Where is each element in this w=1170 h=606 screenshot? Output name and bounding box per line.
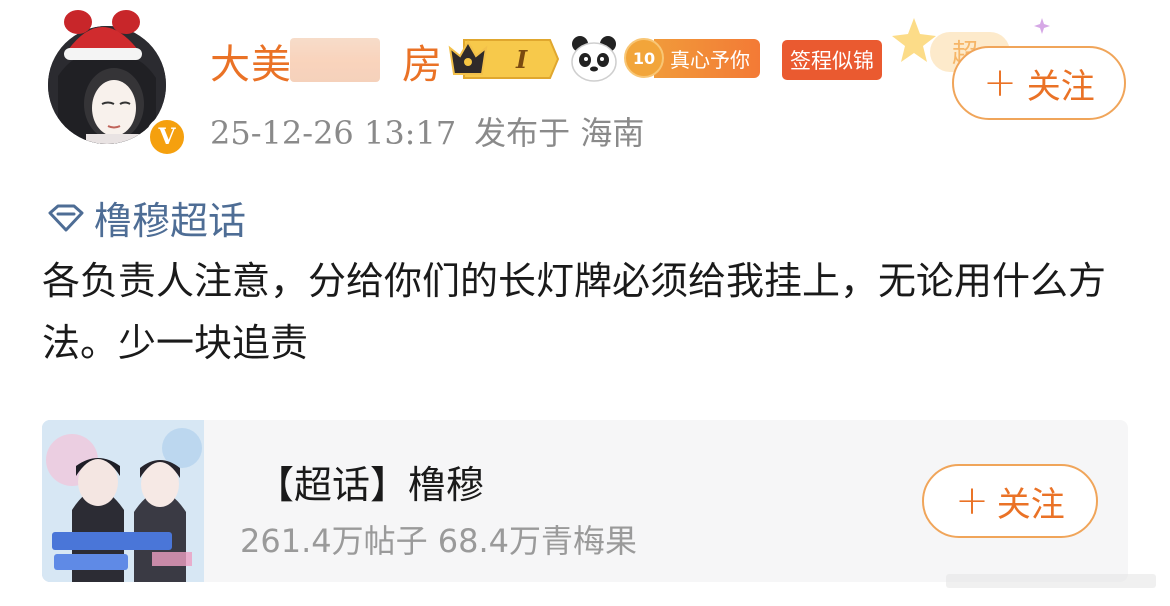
- fan-level-number: 10: [624, 38, 664, 78]
- card-follow-button[interactable]: + 关注: [922, 464, 1098, 538]
- crown-level: I: [515, 45, 528, 74]
- post-meta: 25-12-26 13:17 发布于 海南: [210, 108, 644, 154]
- plus-icon: +: [983, 60, 1017, 106]
- card-stats: 261.4万帖子 68.4万青梅果: [240, 522, 638, 560]
- post-text: 各负责人注意，分给你们的长灯牌必须给我挂上，无论用什么方法。少一块追责: [42, 259, 1107, 365]
- card-follow-label: 关注: [996, 484, 1065, 525]
- redacted-name-mask: [290, 38, 380, 82]
- post-location: 发布于 海南: [474, 114, 645, 152]
- follow-button[interactable]: + 关注: [952, 46, 1126, 120]
- diamond-icon: [48, 204, 84, 231]
- topic-label: 橹穆超话: [94, 199, 247, 243]
- santa-hat-icon: [64, 10, 142, 60]
- post-time: 25-12-26 13:17: [210, 114, 457, 152]
- topic-cover-image: [42, 420, 204, 582]
- watermark-mark: [946, 574, 1156, 588]
- verified-v-icon: V: [146, 116, 188, 158]
- plus-icon: +: [955, 478, 989, 524]
- fan-level-label: 真心予你: [654, 38, 760, 78]
- follow-label: 关注: [1026, 66, 1095, 107]
- super-topic-link[interactable]: 橹穆超话: [46, 190, 246, 245]
- panda-icon[interactable]: [568, 32, 620, 84]
- user-avatar[interactable]: V: [36, 8, 188, 158]
- sign-badge[interactable]: 签程似锦: [782, 40, 882, 80]
- username-part: 大美: [210, 42, 292, 88]
- card-title: 【超话】橹穆: [256, 463, 485, 507]
- super-topic-card[interactable]: 【超话】橹穆 261.4万帖子 68.4万青梅果 + 关注: [42, 420, 1128, 582]
- fan-level-badge[interactable]: 10 真心予你: [624, 38, 760, 78]
- username-part: 房: [402, 42, 443, 88]
- crown-icon[interactable]: I: [446, 36, 562, 82]
